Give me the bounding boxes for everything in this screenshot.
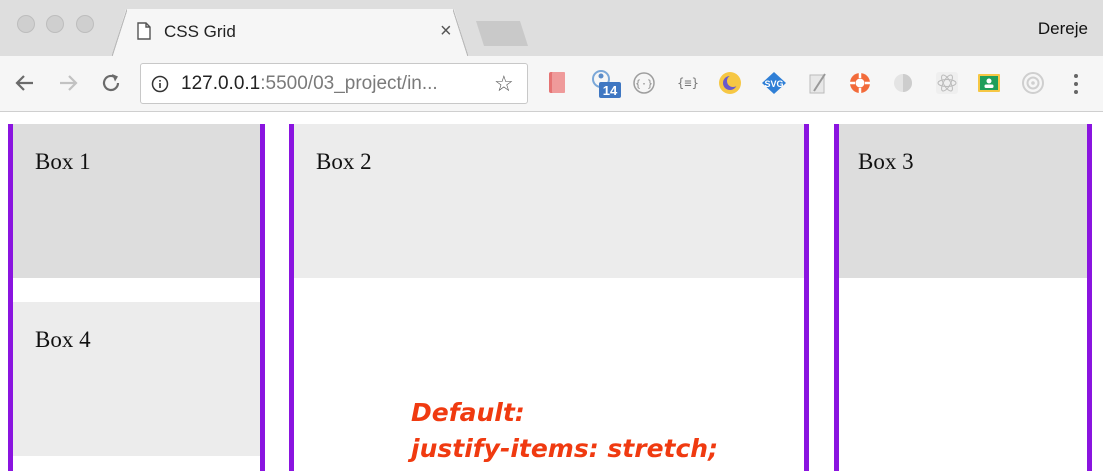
annotation-line-1: Default: <box>411 398 525 427</box>
calendar-badge: 14 <box>603 83 618 98</box>
page-icon <box>137 22 151 40</box>
grid-box-2: Box 2 <box>294 124 804 278</box>
half-circle-ext-icon[interactable] <box>891 71 915 95</box>
json-ext-icon[interactable]: {≡} <box>674 71 702 95</box>
box-label: Box 4 <box>35 327 91 352</box>
profile-name[interactable]: Dereje <box>1038 19 1088 39</box>
grid-column-line <box>804 124 809 471</box>
svg-ext-label: SVG <box>764 79 783 89</box>
url-path: :5500/03_project/in... <box>260 73 438 94</box>
classroom-ext-icon[interactable] <box>977 71 1001 95</box>
url-text[interactable]: 127.0.0.1:5500/03_project/in... <box>181 73 438 95</box>
moon-ext-icon[interactable] <box>718 71 742 95</box>
browser-toolbar: 127.0.0.1:5500/03_project/in... ☆ 14 {·}… <box>0 56 1103 112</box>
box-label: Box 2 <box>316 149 372 174</box>
justify-items-annotation: Default: justify-items: stretch; <box>411 395 718 467</box>
window-minimize-button[interactable] <box>46 15 64 33</box>
annotation-line-2: justify-items: stretch; <box>411 434 719 463</box>
code-ext-icon[interactable]: {·} <box>632 71 656 95</box>
grid-box-1: Box 1 <box>13 124 260 278</box>
window-close-button[interactable] <box>17 15 35 33</box>
box-label: Box 1 <box>35 149 91 174</box>
browser-menu-icon[interactable] <box>1066 70 1086 98</box>
grid-column-line <box>260 124 265 471</box>
json-ext-label: {≡} <box>677 76 699 90</box>
info-icon[interactable] <box>151 75 169 93</box>
tab-close-icon[interactable]: × <box>440 20 452 42</box>
tab-edge <box>112 9 127 56</box>
reload-icon[interactable] <box>98 70 124 96</box>
address-bar[interactable]: 127.0.0.1:5500/03_project/in... ☆ <box>140 63 528 104</box>
lifebuoy-ext-icon[interactable] <box>848 71 872 95</box>
target-ext-icon[interactable] <box>1021 71 1045 95</box>
back-arrow-icon[interactable] <box>12 70 38 96</box>
window-titlebar: CSS Grid × Dereje <box>0 0 1103 56</box>
window-maximize-button[interactable] <box>76 15 94 33</box>
svg-text:{·}: {·} <box>635 79 653 90</box>
page-content: Box 1 Box 2 Box 3 Box 4 Default: justify… <box>0 112 1103 471</box>
pen-ext-icon[interactable] <box>806 71 830 95</box>
grid-box-4: Box 4 <box>13 302 260 456</box>
react-ext-icon[interactable] <box>935 71 959 95</box>
new-tab-button[interactable] <box>476 21 528 46</box>
box-label: Box 3 <box>858 149 914 174</box>
url-host: 127.0.0.1 <box>181 73 261 94</box>
forward-arrow-icon[interactable] <box>55 70 81 96</box>
bookmark-star-icon[interactable]: ☆ <box>494 71 514 97</box>
tab-edge <box>453 9 468 56</box>
bookmark-ext-icon[interactable] <box>546 71 570 95</box>
tab-title: CSS Grid <box>164 22 236 41</box>
grid-box-3: Box 3 <box>839 124 1087 278</box>
grid-column-line <box>1087 124 1092 471</box>
svg-ext-icon[interactable]: SVG <box>760 71 788 95</box>
calendar-ext-icon[interactable]: 14 <box>590 69 622 99</box>
